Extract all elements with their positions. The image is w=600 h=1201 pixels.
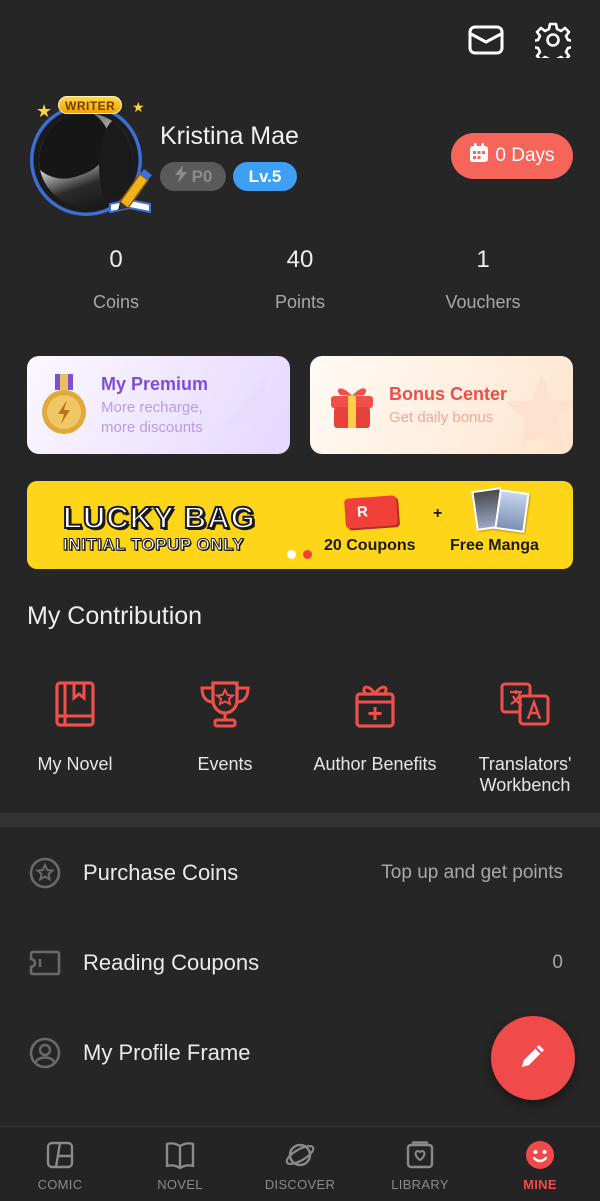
comic-icon xyxy=(0,1140,120,1170)
calendar-icon xyxy=(469,143,489,169)
my-premium-subtitle-line: more discounts xyxy=(101,419,203,436)
contrib-translators-workbench[interactable]: Translators' Workbench xyxy=(450,678,600,796)
plus-sign: + xyxy=(433,505,443,522)
nav-label: NOVEL xyxy=(157,1177,203,1192)
library-icon xyxy=(360,1140,480,1170)
coupons-text: 20 Coupons xyxy=(324,537,416,554)
ticket-icon xyxy=(28,946,62,980)
coupon-ticket-label: R xyxy=(356,503,369,521)
menu-value: 0 xyxy=(552,952,563,973)
level-badge[interactable]: Lv.5 xyxy=(233,162,297,191)
book-icon xyxy=(0,678,150,730)
pencil-icon xyxy=(516,1039,550,1078)
lightning-watermark-icon xyxy=(227,376,289,454)
nav-label: MINE xyxy=(523,1177,557,1192)
stat-label: Points xyxy=(274,292,326,312)
gift-icon xyxy=(300,678,450,730)
menu-label: Reading Coupons xyxy=(83,950,260,975)
nav-discover[interactable]: DISCOVER xyxy=(240,1127,360,1201)
menu-label: Purchase Coins xyxy=(83,860,239,885)
avatar[interactable]: WRITER ★ ★ xyxy=(22,96,158,220)
gear-icon[interactable] xyxy=(533,20,573,60)
star-icon: ★ xyxy=(132,99,145,115)
power-badge-label: P0 xyxy=(191,166,213,186)
contrib-label: Author Benefits xyxy=(313,754,437,774)
stat-vouchers[interactable]: 1 Vouchers xyxy=(403,246,563,313)
writing-pen-icon xyxy=(109,169,152,214)
nav-library[interactable]: LIBRARY xyxy=(360,1127,480,1201)
username: Kristina Mae xyxy=(160,122,299,150)
bottom-nav: COMIC NOVEL DISCOVER LIBRARY MINE xyxy=(0,1126,600,1201)
stat-value: 1 xyxy=(476,246,490,273)
write-fab-button[interactable] xyxy=(491,1016,575,1100)
my-premium-subtitle-line: More recharge, xyxy=(101,399,203,416)
nav-label: LIBRARY xyxy=(391,1177,449,1192)
menu-purchase-coins[interactable]: Purchase Coins Top up and get points xyxy=(0,842,600,902)
lucky-bag-banner[interactable]: LUCKY BAG INITIAL TOPUP ONLY R + 20 Coup… xyxy=(27,481,573,569)
stat-label: Coins xyxy=(92,292,140,312)
nav-comic[interactable]: COMIC xyxy=(0,1127,120,1201)
days-label: 0 Days xyxy=(495,145,555,166)
carousel-dot-active[interactable] xyxy=(303,550,312,559)
profile-frame-icon xyxy=(28,1036,62,1070)
check-in-days-button[interactable]: 0 Days xyxy=(451,133,573,179)
contrib-events[interactable]: Events xyxy=(150,678,300,775)
stat-points[interactable]: 40 Points xyxy=(220,246,380,313)
stat-coins[interactable]: 0 Coins xyxy=(36,246,196,313)
contrib-author-benefits[interactable]: Author Benefits xyxy=(300,678,450,775)
nav-label: DISCOVER xyxy=(264,1177,336,1192)
bonus-center-title: Bonus Center xyxy=(389,384,508,404)
lightning-icon xyxy=(174,165,188,188)
stat-label: Vouchers xyxy=(445,292,521,312)
stat-value: 40 xyxy=(286,246,314,273)
nav-novel[interactable]: NOVEL xyxy=(120,1127,240,1201)
power-badge[interactable]: P0 xyxy=(160,162,226,191)
carousel-dot[interactable] xyxy=(287,550,296,559)
section-divider xyxy=(0,813,600,827)
free-manga-text: Free Manga xyxy=(450,537,539,554)
nav-mine[interactable]: MINE xyxy=(480,1127,600,1201)
my-premium-card[interactable]: My Premium More recharge, more discounts xyxy=(27,356,290,454)
menu-reading-coupons[interactable]: Reading Coupons 0 xyxy=(0,932,600,992)
my-premium-title: My Premium xyxy=(101,374,209,394)
my-premium-subtitle: More recharge, more discounts xyxy=(101,398,203,438)
bonus-center-card[interactable]: Bonus Center Get daily bonus xyxy=(310,356,573,454)
section-title: My Contribution xyxy=(27,602,203,630)
contrib-label: Translators' Workbench xyxy=(450,754,600,796)
contrib-label-line: Workbench xyxy=(479,775,571,795)
stat-value: 0 xyxy=(109,246,123,273)
lucky-bag-subtitle: INITIAL TOPUP ONLY xyxy=(62,535,245,555)
star-icon: ★ xyxy=(36,101,53,121)
menu-value: Top up and get points xyxy=(381,862,563,883)
star-watermark-icon xyxy=(506,374,573,448)
novel-icon xyxy=(120,1140,240,1170)
translate-icon xyxy=(450,678,600,730)
trophy-icon xyxy=(150,678,300,730)
mine-face-icon xyxy=(480,1140,600,1170)
nav-label: COMIC xyxy=(37,1177,83,1192)
medal-icon xyxy=(42,374,86,434)
planet-icon xyxy=(240,1140,360,1170)
mail-icon[interactable] xyxy=(466,20,506,60)
coin-star-icon xyxy=(28,856,62,890)
bonus-center-subtitle: Get daily bonus xyxy=(389,409,494,426)
contrib-my-novel[interactable]: My Novel xyxy=(0,678,150,775)
writer-badge: WRITER xyxy=(58,96,123,114)
contrib-label-line: Translators' xyxy=(478,754,572,774)
contrib-label: Events xyxy=(197,754,253,774)
menu-label: My Profile Frame xyxy=(83,1040,251,1065)
gift-box-icon xyxy=(331,388,373,428)
manga-cover-icon xyxy=(494,489,530,533)
coupon-ticket-icon: R xyxy=(344,495,398,529)
lucky-bag-title: LUCKY BAG xyxy=(62,499,256,536)
contrib-label: My Novel xyxy=(37,754,113,774)
